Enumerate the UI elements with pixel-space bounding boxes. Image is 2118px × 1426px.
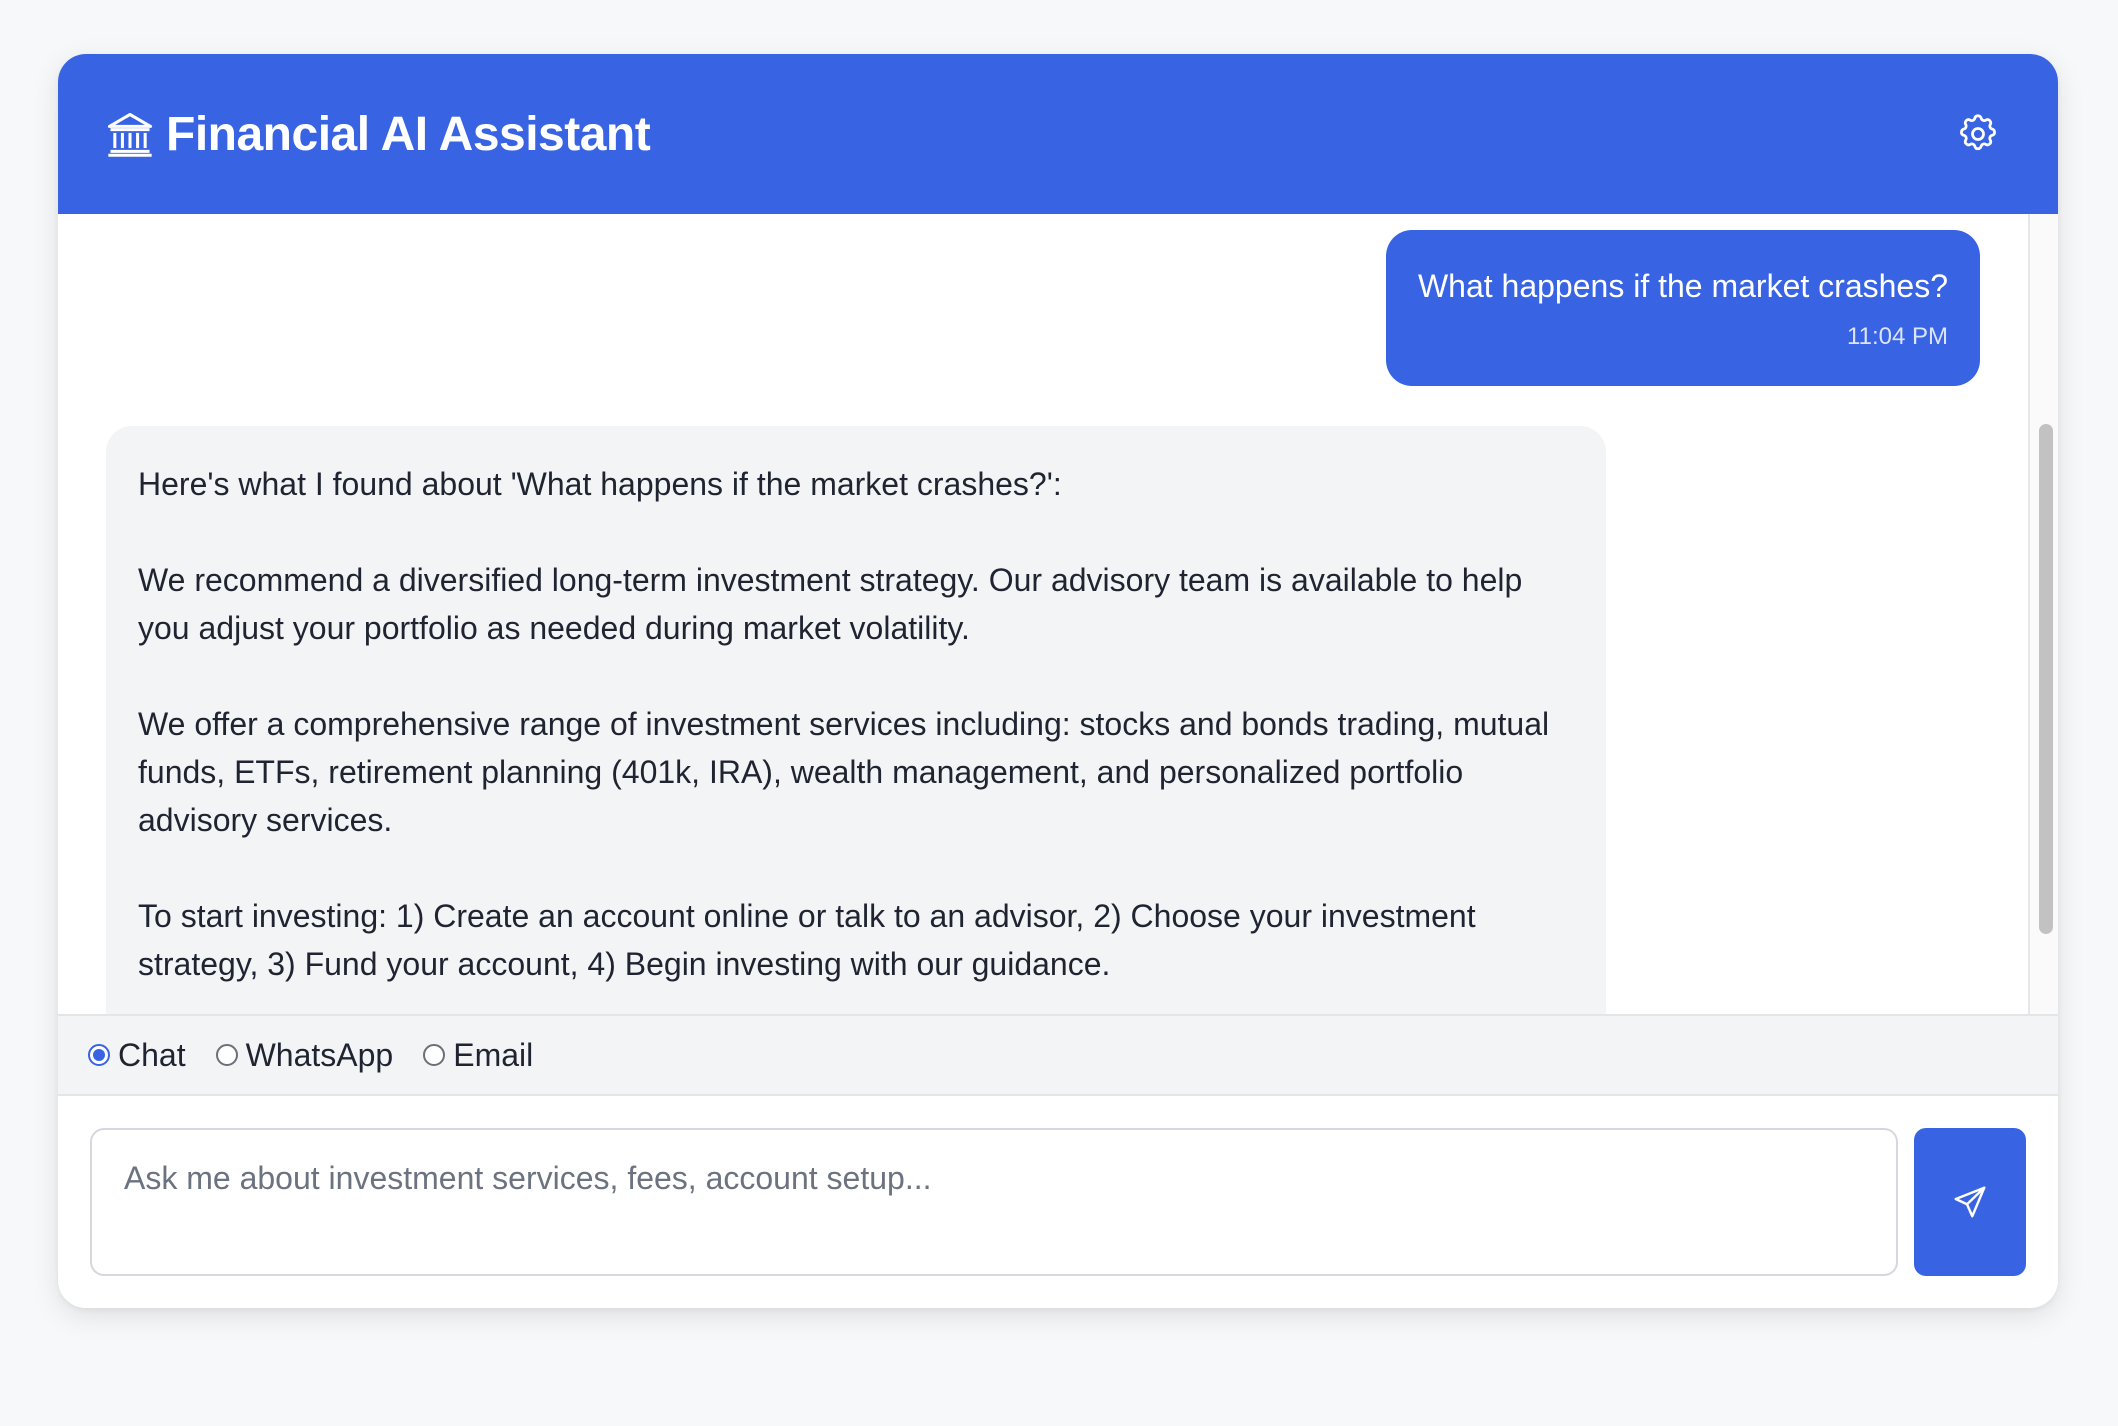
app-title: Financial AI Assistant — [104, 102, 651, 166]
assistant-message-paragraph: Here's what I found about 'What happens … — [138, 466, 1062, 502]
scrollbar-thumb[interactable] — [2039, 424, 2053, 934]
channel-label-whatsapp: WhatsApp — [245, 1036, 394, 1073]
chat-window: Financial AI Assistant What happens if t… — [58, 54, 2058, 1308]
channel-label-email: Email — [453, 1036, 534, 1073]
settings-button[interactable] — [1952, 108, 2004, 160]
radio-chat[interactable] — [88, 1044, 110, 1066]
message-list[interactable]: What happens if the market crashes? 11:0… — [58, 214, 2058, 1014]
message-timestamp: 11:04 PM — [1847, 323, 1948, 350]
radio-whatsapp[interactable] — [215, 1044, 238, 1066]
header: Financial AI Assistant — [58, 54, 2058, 214]
gear-icon — [1960, 114, 1996, 151]
radio-email[interactable] — [423, 1044, 446, 1066]
paper-plane-icon — [1954, 1186, 1986, 1218]
channel-label-chat: Chat — [118, 1036, 186, 1073]
user-message: What happens if the market crashes? 11:0… — [1385, 230, 1980, 386]
app-title-text: Financial AI Assistant — [166, 107, 651, 161]
channel-option-email[interactable]: Email — [423, 1037, 533, 1074]
scrollbar[interactable] — [2028, 214, 2058, 1014]
bank-icon — [107, 112, 153, 157]
assistant-message-paragraph: To start investing: 1) Create an account… — [138, 898, 1476, 982]
channel-option-whatsapp[interactable]: WhatsApp — [215, 1036, 394, 1074]
user-message-text: What happens if the market crashes? — [1417, 268, 1948, 304]
assistant-message-paragraph: We offer a comprehensive range of invest… — [138, 706, 1550, 838]
assistant-message-paragraph: We recommend a diversified long-term inv… — [138, 562, 1523, 646]
assistant-message: Here's what I found about 'What happens … — [106, 426, 1606, 1014]
channel-selector: Chat WhatsApp Email — [58, 1014, 2058, 1096]
message-input[interactable] — [90, 1128, 1898, 1276]
composer — [58, 1096, 2058, 1308]
channel-option-chat[interactable]: Chat — [88, 1037, 186, 1074]
send-button[interactable] — [1914, 1128, 2026, 1276]
